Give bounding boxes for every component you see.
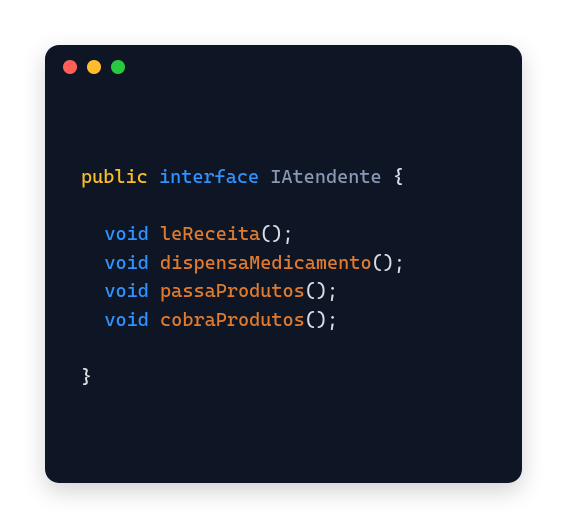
zoom-icon[interactable] bbox=[111, 60, 125, 74]
open-brace: { bbox=[393, 166, 404, 188]
stage: public interface IAtendente { void leRec… bbox=[0, 0, 567, 528]
keyword-void: void bbox=[104, 280, 149, 302]
decl-line: public interface IAtendente { bbox=[81, 163, 502, 192]
space bbox=[382, 166, 393, 188]
method-line: void leReceita(); bbox=[81, 220, 502, 249]
space bbox=[259, 166, 270, 188]
space bbox=[149, 223, 160, 245]
paren-semi: (); bbox=[372, 252, 405, 274]
method-line: void cobraProdutos(); bbox=[81, 306, 502, 335]
close-icon[interactable] bbox=[63, 60, 77, 74]
method-name: dispensaMedicamento bbox=[160, 252, 372, 274]
keyword-public: public bbox=[81, 166, 148, 188]
method-name: cobraProdutos bbox=[160, 309, 305, 331]
space bbox=[149, 309, 160, 331]
minimize-icon[interactable] bbox=[87, 60, 101, 74]
titlebar bbox=[45, 45, 522, 89]
method-name: passaProdutos bbox=[160, 280, 305, 302]
paren-semi: (); bbox=[260, 223, 293, 245]
method-line: void dispensaMedicamento(); bbox=[81, 249, 502, 278]
blank-line bbox=[81, 334, 502, 363]
paren-semi: (); bbox=[305, 309, 338, 331]
code-window: public interface IAtendente { void leRec… bbox=[45, 45, 522, 483]
code-block: public interface IAtendente { void leRec… bbox=[81, 163, 502, 391]
close-line: } bbox=[81, 363, 502, 392]
space bbox=[149, 252, 160, 274]
keyword-void: void bbox=[104, 309, 149, 331]
space bbox=[148, 166, 159, 188]
paren-semi: (); bbox=[305, 280, 338, 302]
keyword-void: void bbox=[104, 223, 149, 245]
blank-line bbox=[81, 192, 502, 221]
keyword-void: void bbox=[104, 252, 149, 274]
type-name: IAtendente bbox=[270, 166, 381, 188]
close-brace: } bbox=[81, 366, 92, 388]
space bbox=[149, 280, 160, 302]
method-name: leReceita bbox=[160, 223, 260, 245]
method-line: void passaProdutos(); bbox=[81, 277, 502, 306]
keyword-interface: interface bbox=[159, 166, 259, 188]
